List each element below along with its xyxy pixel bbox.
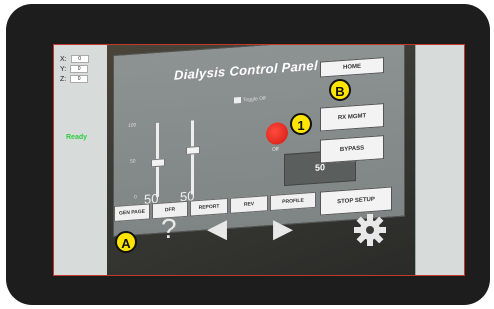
arrow-left-icon[interactable]: ◀ bbox=[207, 213, 227, 244]
scale-top-label: 100 bbox=[128, 122, 137, 129]
toggle-label: Toggle Off bbox=[243, 95, 266, 104]
coord-z-field[interactable]: 0 bbox=[70, 75, 89, 83]
tab-rev[interactable]: REV bbox=[230, 195, 268, 214]
callout-a: A bbox=[115, 231, 137, 253]
callout-b: B bbox=[329, 79, 351, 101]
coord-x: X: 0 bbox=[60, 55, 89, 63]
callout-1: 1 bbox=[290, 113, 312, 135]
slider-knob-1[interactable] bbox=[151, 158, 165, 168]
right-sidebar bbox=[415, 45, 464, 275]
slider-track-2[interactable] bbox=[191, 120, 194, 195]
tab-gen-page[interactable]: GEN PAGE bbox=[114, 203, 150, 222]
stop-setup-button[interactable]: STOP SETUP bbox=[320, 186, 392, 216]
scale-bottom-label: 0 bbox=[134, 194, 137, 201]
bypass-button[interactable]: BYPASS bbox=[320, 135, 384, 164]
coord-y-label: Y: bbox=[60, 65, 67, 73]
toggle-checkbox[interactable] bbox=[234, 97, 241, 104]
hardware-button bbox=[6, 172, 12, 178]
coord-y: Y: 0 bbox=[60, 65, 89, 73]
indicator-label: Off bbox=[272, 146, 279, 153]
scale-mid-label: 50 bbox=[130, 158, 136, 165]
question-icon[interactable]: ? bbox=[161, 213, 177, 245]
tablet-device: X: 0 Y: 0 Z: 0 Ready Dialysis Control Pa… bbox=[6, 4, 490, 305]
arrow-right-icon[interactable]: ▶ bbox=[273, 213, 293, 244]
slider-knob-2[interactable] bbox=[186, 145, 200, 155]
control-panel-photo: Dialysis Control Panel Toggle Off 100 50… bbox=[107, 45, 416, 275]
tab-profile[interactable]: PROFILE bbox=[270, 191, 316, 212]
indicator-light bbox=[266, 121, 288, 146]
left-status-sidebar: X: 0 Y: 0 Z: 0 Ready bbox=[54, 45, 107, 275]
coord-y-field[interactable]: 0 bbox=[70, 65, 89, 73]
gear-icon[interactable] bbox=[353, 213, 387, 252]
tablet-screen: X: 0 Y: 0 Z: 0 Ready Dialysis Control Pa… bbox=[53, 44, 465, 276]
panel-title: Dialysis Control Panel bbox=[174, 57, 318, 83]
coord-x-field[interactable]: 0 bbox=[70, 55, 89, 63]
status-text: Ready bbox=[66, 134, 88, 141]
control-panel: Dialysis Control Panel Toggle Off 100 50… bbox=[113, 45, 405, 237]
rx-mgmt-button[interactable]: RX MGMT bbox=[320, 103, 384, 132]
coord-z-label: Z: bbox=[60, 75, 67, 83]
coord-x-label: X: bbox=[60, 55, 67, 63]
coord-z: Z: 0 bbox=[60, 75, 89, 83]
toggle-switch[interactable]: Toggle Off bbox=[234, 95, 266, 104]
home-button[interactable]: HOME bbox=[320, 57, 384, 78]
